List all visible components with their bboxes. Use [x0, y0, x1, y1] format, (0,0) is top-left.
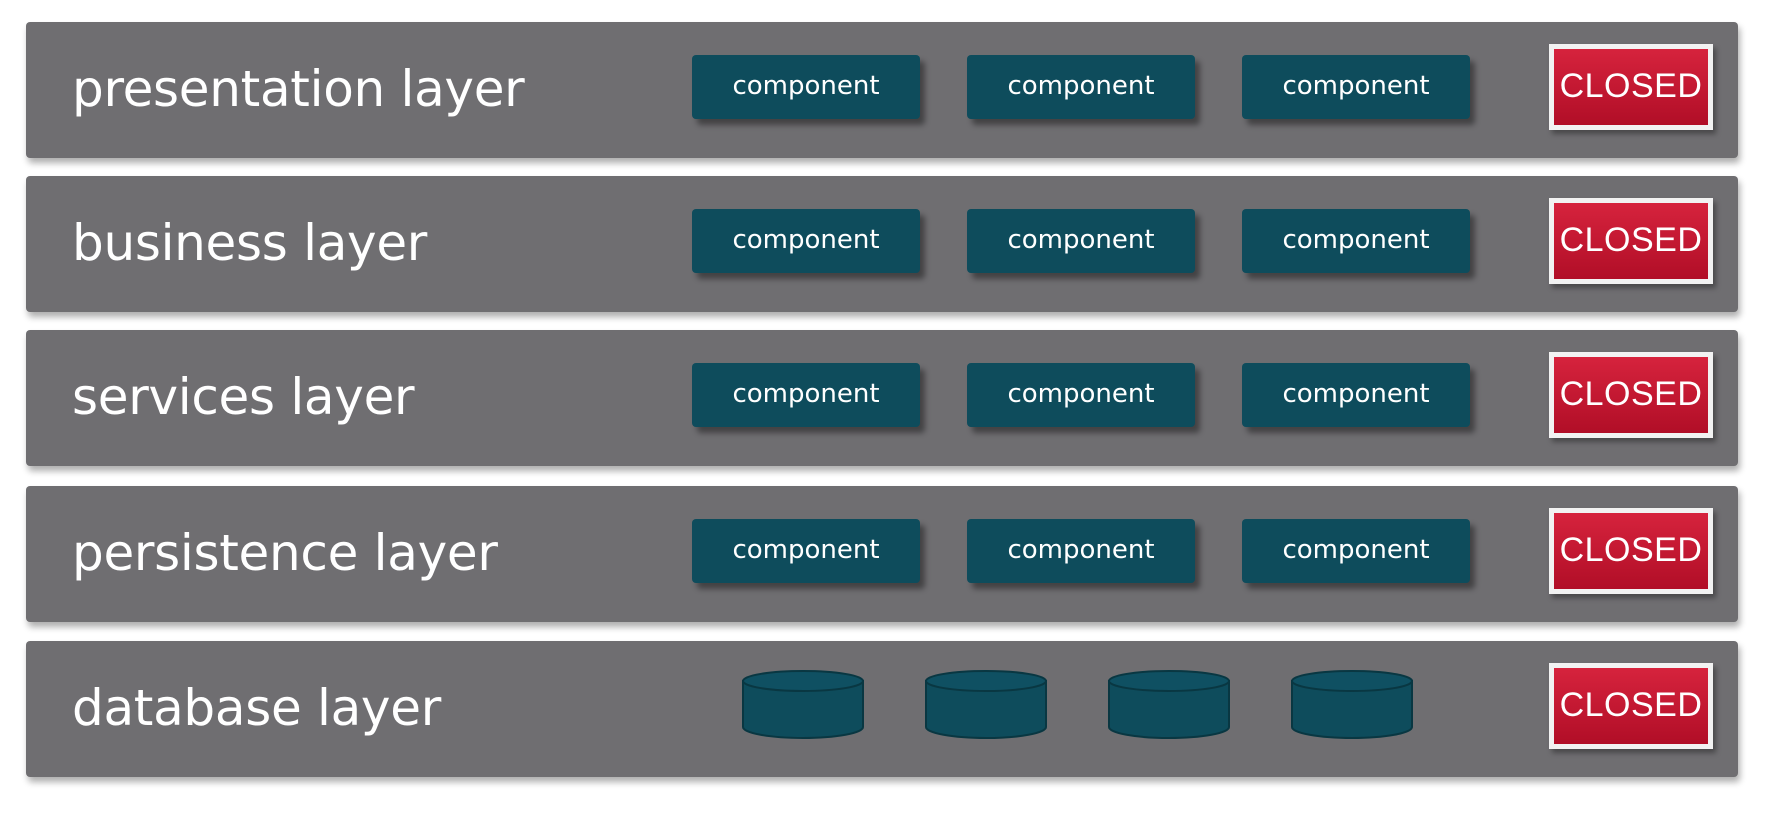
- component-box: component: [1242, 519, 1470, 583]
- closed-badge-frame: CLOSED: [1549, 44, 1713, 130]
- component-box: component: [1242, 209, 1470, 273]
- closed-badge: CLOSED: [1554, 357, 1708, 433]
- closed-badge: CLOSED: [1554, 513, 1708, 589]
- layer-label: services layer: [72, 368, 415, 426]
- persistence-layer: persistence layer component component co…: [26, 486, 1738, 622]
- database-layer: database layer CLOSED: [26, 641, 1738, 777]
- closed-badge: CLOSED: [1554, 203, 1708, 279]
- component-box: component: [967, 519, 1195, 583]
- layer-label: database layer: [72, 679, 441, 737]
- closed-badge-frame: CLOSED: [1549, 508, 1713, 594]
- component-box: component: [692, 55, 920, 119]
- closed-badge: CLOSED: [1554, 668, 1708, 744]
- closed-badge-frame: CLOSED: [1549, 198, 1713, 284]
- component-box: component: [967, 363, 1195, 427]
- services-layer: services layer component component compo…: [26, 330, 1738, 466]
- component-box: component: [1242, 55, 1470, 119]
- component-box: component: [967, 209, 1195, 273]
- component-box: component: [967, 55, 1195, 119]
- database-icon: [1108, 670, 1230, 739]
- component-box: component: [692, 363, 920, 427]
- layer-label: presentation layer: [72, 60, 525, 118]
- layer-label: business layer: [72, 214, 428, 272]
- layer-label: persistence layer: [72, 524, 498, 582]
- presentation-layer: presentation layer component component c…: [26, 22, 1738, 158]
- closed-badge: CLOSED: [1554, 49, 1708, 125]
- closed-badge-frame: CLOSED: [1549, 663, 1713, 749]
- database-icon: [925, 670, 1047, 739]
- business-layer: business layer component component compo…: [26, 176, 1738, 312]
- component-box: component: [692, 209, 920, 273]
- database-icon: [1291, 670, 1413, 739]
- layered-architecture-diagram: presentation layer component component c…: [0, 0, 1769, 836]
- component-box: component: [692, 519, 920, 583]
- closed-badge-frame: CLOSED: [1549, 352, 1713, 438]
- component-box: component: [1242, 363, 1470, 427]
- database-icon: [742, 670, 864, 739]
